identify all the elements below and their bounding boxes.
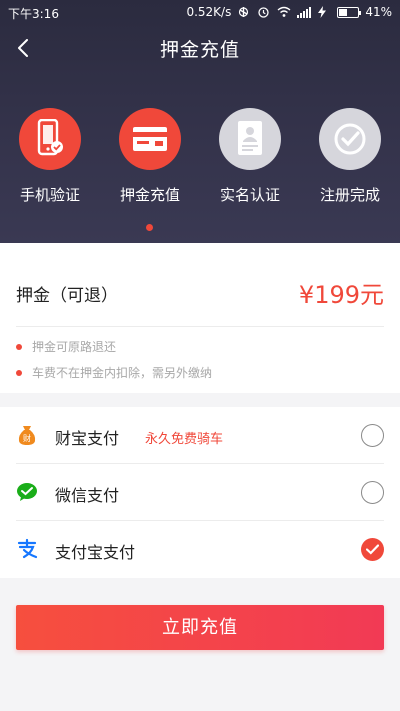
registration-steps: 手机验证 押金充值 实名认证 注册完成 [0, 108, 400, 218]
step-label: 押金充值 [119, 186, 180, 204]
mute-icon [237, 6, 251, 18]
payment-name: 支付宝支付 [55, 543, 136, 562]
battery-icon [337, 6, 362, 18]
radio-unchecked[interactable] [361, 424, 384, 447]
status-time: 下午3:16 [8, 7, 59, 21]
payment-promo: 永久免费骑车 [145, 432, 224, 447]
charging-icon [317, 6, 331, 18]
step-real-name: 实名认证 [200, 108, 300, 205]
step-label: 注册完成 [319, 186, 380, 204]
step-phone-verify: 手机验证 [0, 108, 100, 205]
wifi-icon [277, 6, 291, 18]
status-right: 0.52K/s 41% [186, 5, 392, 19]
step-label: 实名认证 [219, 186, 280, 204]
recharge-now-button[interactable]: 立即充值 [16, 605, 384, 650]
svg-text:财: 财 [23, 433, 31, 443]
checkmark-circle-icon [334, 123, 366, 155]
id-card-icon [238, 121, 262, 155]
checkmark-icon [366, 544, 379, 555]
network-speed: 0.52K/s [186, 5, 232, 19]
note-item: 车费不在押金内扣除，需另外缴纳 [16, 366, 212, 392]
deposit-section: 押金（可退） ¥199元 押金可原路退还 车费不在押金内扣除，需另外缴纳 [0, 243, 400, 393]
phone-check-icon [37, 119, 63, 156]
header-panel: 下午3:16 0.52K/s 41% 押金充值 手机验证 押金充值 实名认证 注… [0, 0, 400, 243]
payment-name: 微信支付 [55, 486, 120, 505]
page-title: 押金充值 [159, 39, 240, 61]
radio-unchecked[interactable] [361, 481, 384, 504]
status-bar: 下午3:16 0.52K/s 41% [0, 0, 400, 26]
radio-checked[interactable] [361, 538, 384, 561]
payment-methods: 财 财宝支付 永久免费骑车 微信支付 支付宝支付 [0, 407, 400, 578]
current-step-indicator [146, 224, 153, 231]
note-item: 押金可原路退还 [16, 340, 212, 366]
deposit-notes: 押金可原路退还 车费不在押金内扣除，需另外缴纳 [16, 340, 212, 392]
payment-name: 财宝支付 [55, 429, 120, 448]
top-bar: 押金充值 [0, 26, 400, 70]
step-label: 手机验证 [19, 186, 80, 204]
step-circle [219, 108, 281, 170]
step-circle [19, 108, 81, 170]
card-icon [133, 127, 167, 151]
step-deposit: 押金充值 [100, 108, 200, 205]
alipay-icon [17, 538, 38, 559]
alarm-icon [257, 6, 271, 18]
money-bag-icon: 财 [18, 426, 36, 445]
signal-icon [297, 6, 312, 18]
bullet-dot [16, 344, 22, 350]
step-complete: 注册完成 [300, 108, 400, 205]
note-text: 车费不在押金内扣除，需另外缴纳 [32, 366, 213, 380]
deposit-amount: ¥199元 [298, 281, 384, 309]
payment-option-wechat[interactable]: 微信支付 [0, 464, 400, 521]
wechat-icon [17, 483, 37, 501]
deposit-label: 押金（可退） [16, 286, 118, 306]
deposit-row: 押金（可退） ¥199元 [16, 243, 384, 327]
step-circle [319, 108, 381, 170]
payment-option-caibao[interactable]: 财 财宝支付 永久免费骑车 [0, 407, 400, 464]
battery-percent: 41% [365, 5, 392, 19]
note-text: 押金可原路退还 [32, 340, 117, 354]
payment-option-alipay[interactable]: 支付宝支付 [0, 521, 400, 578]
bullet-dot [16, 370, 22, 376]
step-circle [119, 108, 181, 170]
